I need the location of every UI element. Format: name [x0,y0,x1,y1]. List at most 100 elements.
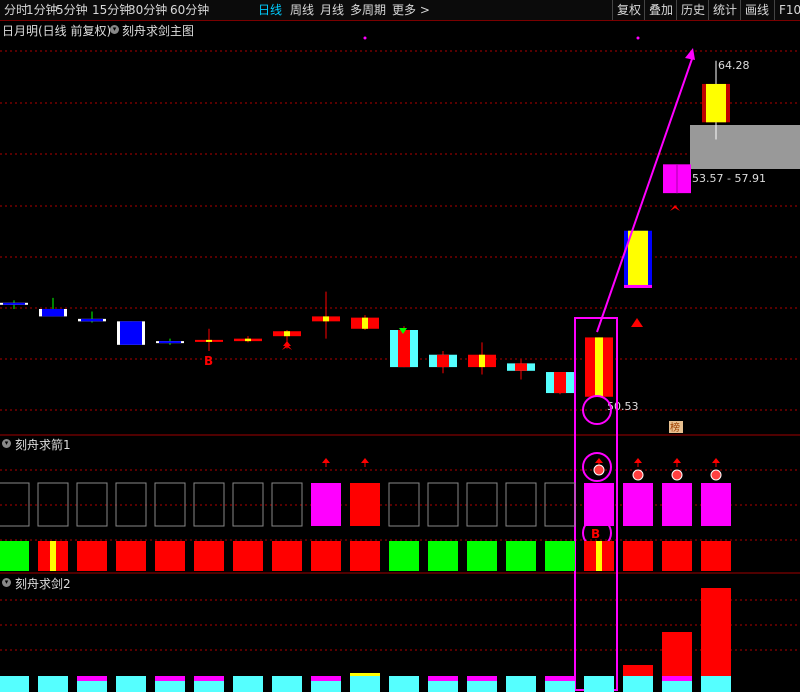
candle-body [120,321,142,345]
candle [39,308,67,317]
panel2-bar [662,632,692,676]
panel1-signal [662,541,692,571]
candle [234,338,262,342]
panel1-signal [467,541,497,571]
candle-body [706,83,726,123]
panel2-base [272,676,302,692]
candle-body [479,354,485,368]
signal-ball-icon [671,469,683,481]
candle-body [284,331,290,337]
panel2-base [467,676,497,681]
panel1-signal [311,541,341,571]
price-label-high: 64.28 [718,59,750,72]
panel1-signal [233,541,263,571]
candle-body [323,316,329,322]
panel1-signal [116,541,146,571]
panel1-signal [545,541,575,571]
candle [663,164,691,194]
panel1-box [311,483,341,526]
candle [0,302,28,305]
price-range-label: 53.57 - 57.91 [692,172,766,185]
candle [156,341,184,344]
main-chart: 64.2853.57 - 57.9150.53B榜B [0,36,800,692]
panel1-signal [350,541,380,571]
candle-body [515,363,527,371]
panel2-base [584,676,614,692]
candle-body [554,372,566,394]
panel2-base [350,673,380,676]
panel1-signal [155,541,185,571]
panel1-box [388,482,420,527]
panel2-base [155,676,185,681]
panel1-box [662,483,692,526]
candle [585,337,613,397]
panel2-base [662,676,692,681]
panel1-box [232,482,264,527]
candle [312,316,340,322]
candle [702,83,730,123]
panel2-base [623,676,653,692]
candle-body [206,339,212,342]
candle [390,330,418,368]
candle-body [42,308,64,317]
marker-dot [363,36,367,40]
panel1-box [350,483,380,526]
signal-ball-icon [632,469,644,481]
arrow-up-icon [283,341,291,346]
panel2-base [311,676,341,681]
panel2-bar [701,588,731,676]
panel1-box [701,483,731,526]
candle-body [362,317,368,329]
triangle-up-icon [631,318,643,327]
candle-body [245,338,251,342]
signal-ball-icon [593,464,605,476]
panel1-signal [506,541,536,571]
panel2-base [233,676,263,692]
panel2-base [545,676,575,681]
panel1-signal [50,541,56,571]
candle [195,339,223,342]
panel2-bar [623,665,653,676]
marker-dot [636,36,640,40]
tag-badge-label: 榜 [670,421,680,434]
panel2-base [506,676,536,692]
candle-body [624,284,652,288]
candle-body [437,354,449,368]
panel1-signal [0,541,29,571]
panel1-box [193,482,225,527]
panel2-base [350,676,380,692]
candle [468,354,496,368]
panel1-box [37,482,69,527]
candle [507,363,535,371]
trend-arrow-line [596,55,694,333]
candle [429,354,457,368]
buy-signal-label: B [591,527,600,541]
candle [273,331,301,337]
candle [78,318,106,322]
candle-body [628,230,648,288]
candle-body [81,318,103,322]
panel2-base [77,676,107,681]
panel1-signal [194,541,224,571]
panel1-signal [623,541,653,571]
panel2-base [428,676,458,681]
candle [351,317,379,329]
panel1-signal [701,541,731,571]
candle-body [3,302,25,305]
trend-arrow-head [685,48,695,60]
panel2-base [38,676,68,692]
candle-body [398,330,410,368]
panel2-base [701,676,731,692]
candle-body [159,341,181,344]
panel2-base [389,676,419,692]
panel1-signal [77,541,107,571]
panel1-signal [389,541,419,571]
panel2-base [194,676,224,681]
panel2-base [116,676,146,692]
candle [546,372,574,394]
panel1-box [427,482,459,527]
candle [117,321,145,345]
panel1-box [623,483,653,526]
panel1-signal [428,541,458,571]
panel1-signal [596,541,602,571]
